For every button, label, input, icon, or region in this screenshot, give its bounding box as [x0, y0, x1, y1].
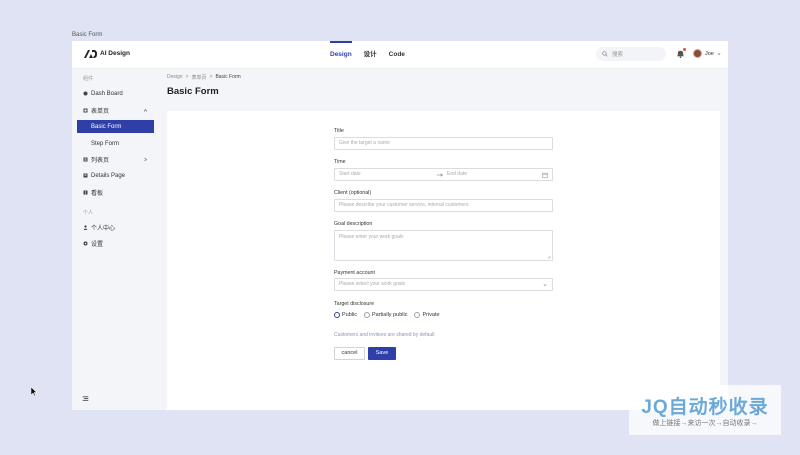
disclosure-hint: Customers and invitees are shared by def…	[334, 332, 435, 338]
client-placeholder: Please describe your customer service, i…	[339, 202, 469, 208]
top-nav: Design 设计 Code	[330, 41, 405, 69]
goal-placeholder: Please enter your work goals	[339, 234, 404, 240]
goal-label: Goal description	[334, 221, 373, 227]
breadcrumb: Design > 表单页 > Basic Form	[167, 74, 241, 81]
radio-private[interactable]: Private	[414, 312, 440, 318]
sidebar-group-personal: 个人	[83, 210, 94, 216]
window-caption: Basic Form	[72, 32, 103, 38]
nav-code[interactable]: Code	[389, 41, 405, 69]
arrow-right-icon	[437, 173, 443, 177]
nav-sheji[interactable]: 设计	[364, 41, 377, 69]
title-input[interactable]: Give the target a name	[334, 137, 553, 150]
goal-textarea[interactable]: Please enter your work goals	[334, 230, 553, 261]
radio-circle[interactable]	[414, 312, 421, 318]
radio-public[interactable]: Public	[334, 312, 357, 318]
sidebar-item-details[interactable]: Details Page	[77, 169, 154, 182]
client-label: Client (optional)	[334, 190, 372, 196]
sidebar-item-label: 表单页	[91, 109, 110, 115]
payment-label: Payment account	[334, 270, 375, 276]
form-card: Title Give the target a name Time Start …	[167, 111, 720, 410]
collapse-menu-icon[interactable]	[82, 395, 89, 402]
notification-dot	[683, 48, 686, 51]
date-range-picker[interactable]: Start date End date	[334, 168, 553, 181]
mouse-cursor-icon	[31, 387, 37, 396]
app-window: AI Design Design 设计 Code 搜索 Joe 组件 Dash …	[72, 41, 728, 410]
disclosure-radio-group: Public Partially public Private	[334, 312, 440, 318]
brand-name: AI Design	[100, 50, 130, 57]
nav-design[interactable]: Design	[330, 41, 352, 69]
watermark-subtitle: 做上链接→来访一次→自动收录→	[652, 420, 758, 427]
sidebar-item-label: Details Page	[91, 172, 126, 179]
cancel-button[interactable]: cancel	[334, 347, 365, 360]
radio-circle-checked[interactable]	[334, 312, 340, 318]
sidebar-item-label: Dash Board	[91, 90, 123, 97]
sidebar-group-components: 组件	[83, 76, 94, 82]
sidebar-item-label: 个人中心	[91, 226, 116, 232]
sidebar-item-label: Step Form	[91, 140, 120, 147]
radio-label: Private	[422, 312, 440, 318]
watermark: JQ自动秒收录 做上链接→来访一次→自动收录→	[629, 385, 781, 435]
calendar-icon	[542, 172, 548, 178]
radio-label: Partially public	[371, 312, 408, 318]
radio-circle[interactable]	[363, 312, 370, 318]
sidebar-item-settings[interactable]: 设置	[77, 237, 154, 250]
dashboard-icon	[83, 91, 88, 96]
radio-partially-public[interactable]: Partially public	[363, 312, 408, 318]
sidebar-item-label: Basic Form	[91, 123, 122, 130]
breadcrumb-forms[interactable]: 表单页	[192, 74, 207, 81]
user-menu[interactable]: Joe	[693, 49, 721, 58]
watermark-title: JQ自动秒收录	[641, 397, 769, 418]
disclosure-label: Target disclosure	[334, 301, 375, 307]
start-date-placeholder: Start date	[339, 171, 361, 177]
list-icon	[83, 157, 88, 162]
time-label: Time	[334, 159, 346, 165]
board-icon	[83, 190, 88, 195]
sidebar-item-board[interactable]: 看板	[77, 186, 154, 199]
chevron-down-icon	[543, 284, 547, 287]
logo-icon	[84, 50, 97, 58]
breadcrumb-separator: >	[209, 74, 213, 80]
breadcrumb-current: Basic Form	[215, 74, 241, 80]
chevron-up-icon	[143, 108, 148, 112]
search-placeholder: 搜索	[612, 52, 624, 58]
details-icon	[83, 173, 88, 178]
title-label: Title	[334, 128, 344, 134]
payment-placeholder: Please select your work goals	[339, 281, 406, 287]
chevron-down-icon	[717, 52, 721, 55]
title-placeholder: Give the target a name	[339, 140, 390, 146]
radio-label: Public	[342, 312, 357, 318]
search-input[interactable]: 搜索	[596, 47, 666, 61]
sidebar-item-label: 设置	[91, 242, 104, 248]
user-name: Joe	[705, 50, 714, 57]
user-icon	[83, 225, 88, 230]
chevron-right-icon	[144, 157, 148, 162]
sidebar-item-profile[interactable]: 个人中心	[77, 221, 154, 234]
sidebar-item-step-form[interactable]: Step Form	[77, 137, 154, 150]
breadcrumb-design[interactable]: Design	[167, 74, 183, 81]
payment-select[interactable]: Please select your work goals	[334, 278, 553, 291]
sidebar-item-label: 看板	[91, 191, 104, 197]
sidebar: 组件 Dash Board 表单页 Basic Form Step Form 列…	[72, 69, 167, 410]
save-button[interactable]: Save	[368, 347, 396, 360]
client-input[interactable]: Please describe your customer service, i…	[334, 199, 553, 212]
gear-icon	[83, 241, 88, 246]
end-date-placeholder: End date	[447, 171, 468, 177]
sidebar-item-lists[interactable]: 列表页	[77, 153, 154, 166]
breadcrumb-separator: >	[185, 74, 189, 80]
sidebar-item-dashboard[interactable]: Dash Board	[77, 87, 154, 100]
top-header: AI Design Design 设计 Code 搜索 Joe	[72, 41, 728, 69]
search-icon	[602, 51, 608, 57]
page-title: Basic Form	[167, 86, 219, 97]
sidebar-item-forms[interactable]: 表单页	[77, 104, 154, 117]
sidebar-item-basic-form[interactable]: Basic Form	[77, 120, 154, 133]
resize-handle-icon[interactable]	[547, 255, 551, 259]
avatar	[693, 49, 702, 58]
notification-bell-icon[interactable]	[676, 48, 686, 58]
sidebar-item-label: 列表页	[91, 158, 110, 164]
form-icon	[83, 108, 88, 113]
